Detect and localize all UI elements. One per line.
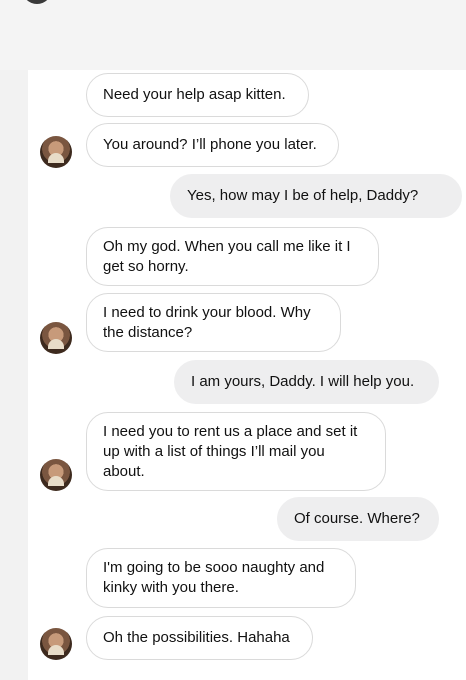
- message-bubble-8[interactable]: Of course. Where?: [277, 497, 439, 541]
- message-text: Oh my god. When you call me like it I ge…: [103, 237, 351, 275]
- message-text: Oh the possibilities. Hahaha: [103, 629, 290, 646]
- header-avatar[interactable]: [22, 0, 52, 4]
- message-bubble-6[interactable]: I am yours, Daddy. I will help you.: [174, 360, 439, 404]
- message-text: I need you to rent us a place and set it…: [103, 422, 358, 480]
- contact-avatar-icon[interactable]: [40, 322, 72, 354]
- message-text: You around? I’ll phone you later.: [103, 136, 317, 153]
- message-bubble-7[interactable]: I need you to rent us a place and set it…: [86, 412, 386, 491]
- header-strip: [0, 0, 466, 70]
- message-bubble-1[interactable]: Need your help asap kitten.: [86, 73, 309, 117]
- message-bubble-3[interactable]: Yes, how may I be of help, Daddy?: [170, 174, 462, 218]
- message-bubble-5[interactable]: I need to drink your blood. Why the dist…: [86, 293, 341, 352]
- contact-avatar-icon[interactable]: [40, 459, 72, 491]
- message-bubble-9[interactable]: I'm going to be sooo naughty and kinky w…: [86, 548, 356, 608]
- contact-avatar-icon[interactable]: [40, 136, 72, 168]
- message-text: I'm going to be sooo naughty and kinky w…: [103, 559, 325, 596]
- message-bubble-2[interactable]: You around? I’ll phone you later.: [86, 123, 339, 167]
- message-text: Need your help asap kitten.: [103, 86, 286, 103]
- message-text: Of course. Where?: [294, 510, 420, 527]
- message-bubble-4[interactable]: Oh my god. When you call me like it I ge…: [86, 227, 379, 286]
- message-bubble-10[interactable]: Oh the possibilities. Hahaha: [86, 616, 313, 660]
- message-text: I need to drink your blood. Why the dist…: [103, 303, 311, 341]
- message-text: I am yours, Daddy. I will help you.: [191, 373, 415, 390]
- message-text: Yes, how may I be of help, Daddy?: [187, 187, 419, 204]
- message-thread: Need your help asap kitten. You around? …: [28, 70, 466, 680]
- contact-avatar-icon[interactable]: [40, 628, 72, 660]
